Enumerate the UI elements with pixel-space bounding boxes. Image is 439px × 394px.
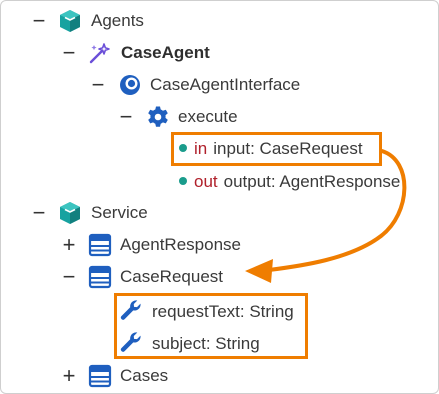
connector-arrow [245,149,407,283]
model-tree-panel: − Agents − CaseAgent − CaseAgentInterfac… [0,0,439,394]
